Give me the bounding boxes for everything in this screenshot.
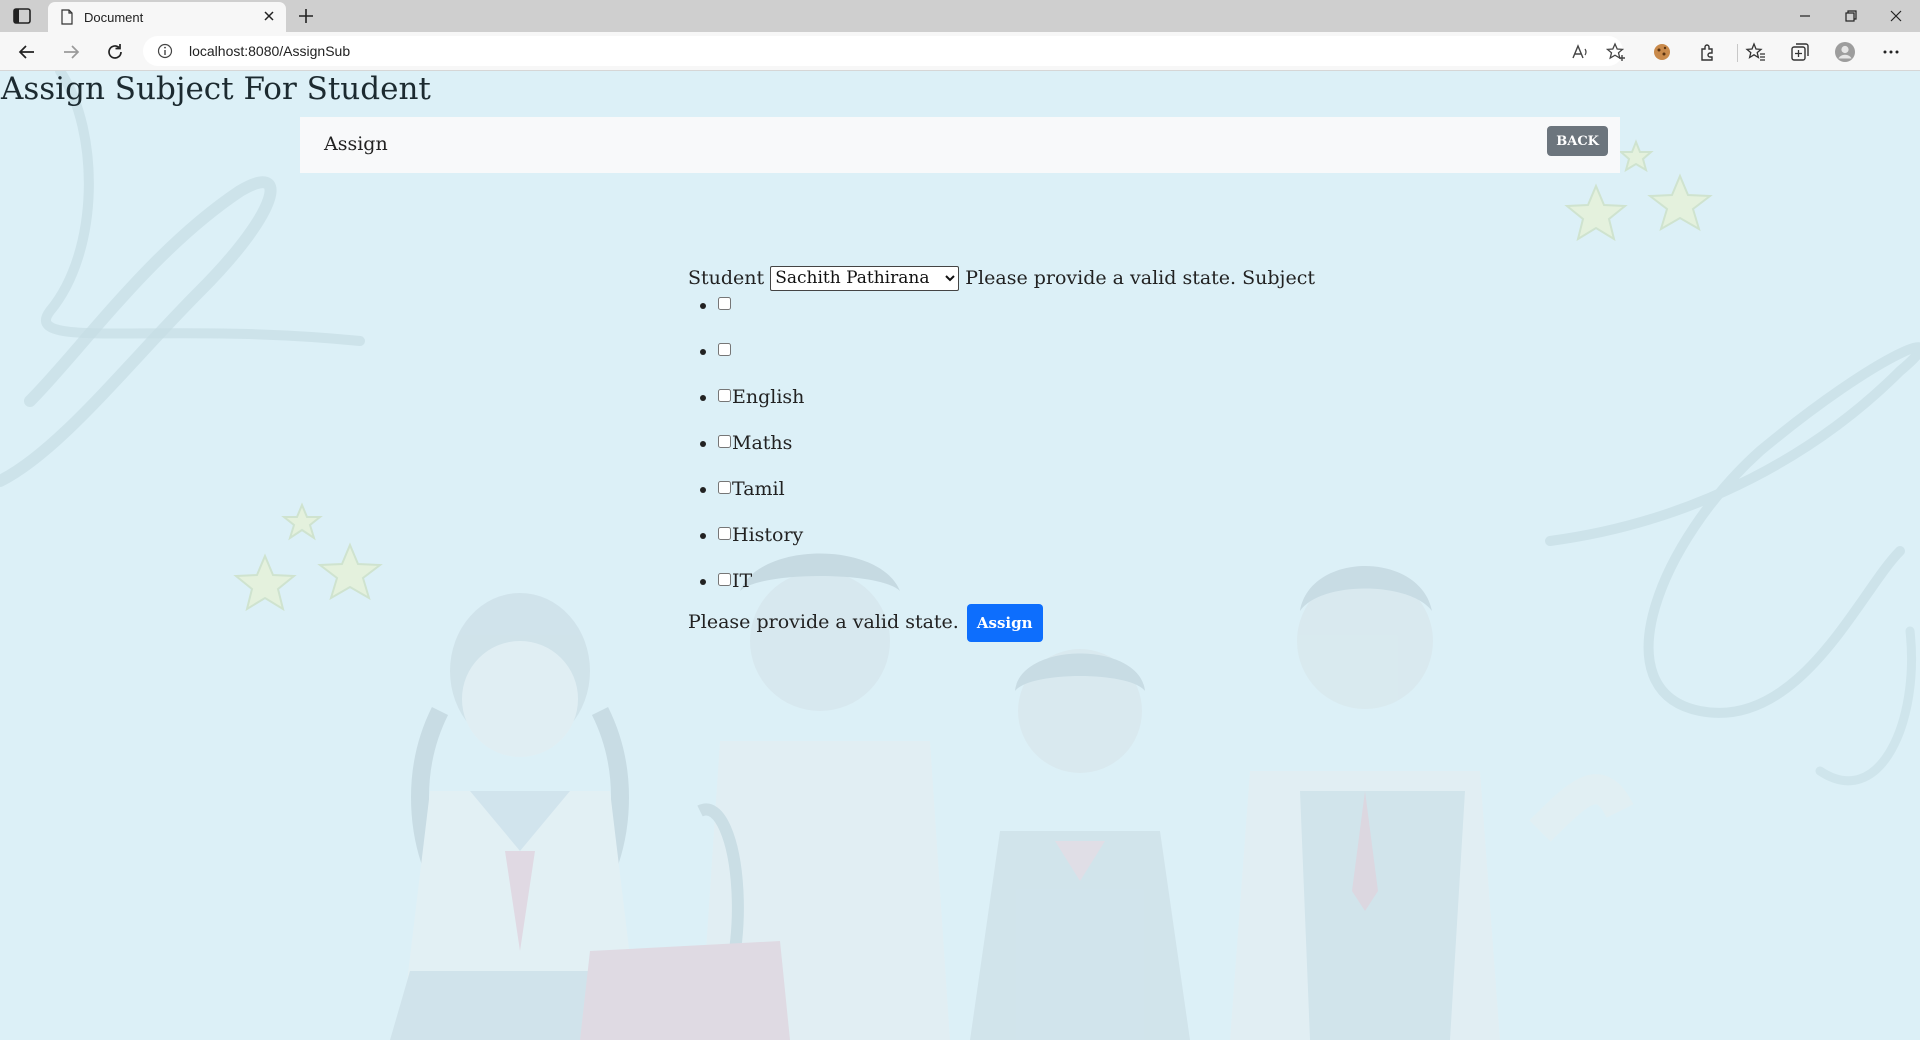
subject-checkbox[interactable] bbox=[718, 343, 731, 356]
submit-row: Please provide a valid state. Assign bbox=[688, 604, 1288, 642]
tab-title: Document bbox=[84, 10, 144, 25]
subject-label-maths: Maths bbox=[732, 432, 793, 454]
subject-checkbox-history[interactable] bbox=[718, 527, 731, 540]
subject-checkbox-it[interactable] bbox=[718, 573, 731, 586]
back-button[interactable]: BACK bbox=[1547, 126, 1608, 156]
profile-avatar-icon[interactable] bbox=[1834, 41, 1856, 63]
tab-actions-icon[interactable] bbox=[12, 7, 32, 25]
subject-checkbox-tamil[interactable] bbox=[718, 481, 731, 494]
url-text: localhost:8080/AssignSub bbox=[189, 43, 351, 59]
student-row: Student Sachith Pathirana Please provide… bbox=[688, 264, 1315, 292]
extensions-icon[interactable] bbox=[1696, 41, 1718, 63]
subject-item bbox=[718, 338, 1288, 384]
assign-subject-form: Student Sachith Pathirana Please provide… bbox=[688, 264, 1315, 642]
back-arrow-icon[interactable] bbox=[16, 41, 38, 63]
submit-invalid-feedback: Please provide a valid state. bbox=[688, 611, 959, 633]
add-favorite-icon[interactable] bbox=[1605, 41, 1627, 63]
toolbar-divider bbox=[1737, 44, 1738, 62]
subject-checkbox[interactable] bbox=[718, 297, 731, 310]
reload-icon[interactable] bbox=[104, 41, 126, 63]
address-bar[interactable]: localhost:8080/AssignSub bbox=[143, 36, 1625, 66]
collections-icon[interactable] bbox=[1789, 41, 1811, 63]
subject-item: History bbox=[718, 522, 1288, 568]
document-icon bbox=[61, 9, 73, 25]
browser-tab[interactable]: Document bbox=[48, 2, 286, 32]
site-info-icon[interactable] bbox=[157, 43, 173, 59]
tab-strip: Document bbox=[0, 0, 1920, 32]
navbar: Assign BACK bbox=[300, 117, 1620, 173]
subject-label: Subject bbox=[1242, 267, 1315, 289]
forward-arrow-icon[interactable] bbox=[60, 41, 82, 63]
page-title: Assign Subject For Student bbox=[1, 71, 431, 107]
subject-label-it: IT bbox=[732, 570, 753, 592]
subject-item: English bbox=[718, 384, 1288, 430]
cookie-extension-icon[interactable] bbox=[1651, 41, 1673, 63]
subject-list: English Maths Tamil History IT bbox=[688, 292, 1288, 614]
subject-item: Tamil bbox=[718, 476, 1288, 522]
restore-icon[interactable] bbox=[1841, 6, 1861, 26]
minimize-icon[interactable] bbox=[1795, 6, 1815, 26]
subject-checkbox-maths[interactable] bbox=[718, 435, 731, 448]
page-viewport: Assign Subject For Student Assign BACK S… bbox=[0, 71, 1920, 1040]
subject-label-english: English bbox=[732, 386, 805, 408]
new-tab-icon[interactable] bbox=[296, 6, 316, 26]
close-window-icon[interactable] bbox=[1886, 6, 1906, 26]
navbar-brand[interactable]: Assign bbox=[324, 133, 388, 155]
close-tab-icon[interactable] bbox=[262, 9, 276, 23]
student-invalid-feedback: Please provide a valid state. bbox=[965, 267, 1237, 289]
subject-item bbox=[718, 292, 1288, 338]
subject-label-history: History bbox=[732, 524, 804, 546]
subject-checkbox-english[interactable] bbox=[718, 389, 731, 402]
subject-label-tamil: Tamil bbox=[732, 478, 785, 500]
more-menu-icon[interactable] bbox=[1880, 41, 1902, 63]
assign-button[interactable]: Assign bbox=[966, 604, 1043, 642]
subject-item: Maths bbox=[718, 430, 1288, 476]
student-select[interactable]: Sachith Pathirana bbox=[770, 265, 960, 291]
favorites-icon[interactable] bbox=[1745, 41, 1767, 63]
student-label: Student bbox=[688, 267, 765, 289]
read-aloud-icon[interactable] bbox=[1569, 41, 1591, 63]
address-bar-row: localhost:8080/AssignSub bbox=[0, 32, 1920, 71]
